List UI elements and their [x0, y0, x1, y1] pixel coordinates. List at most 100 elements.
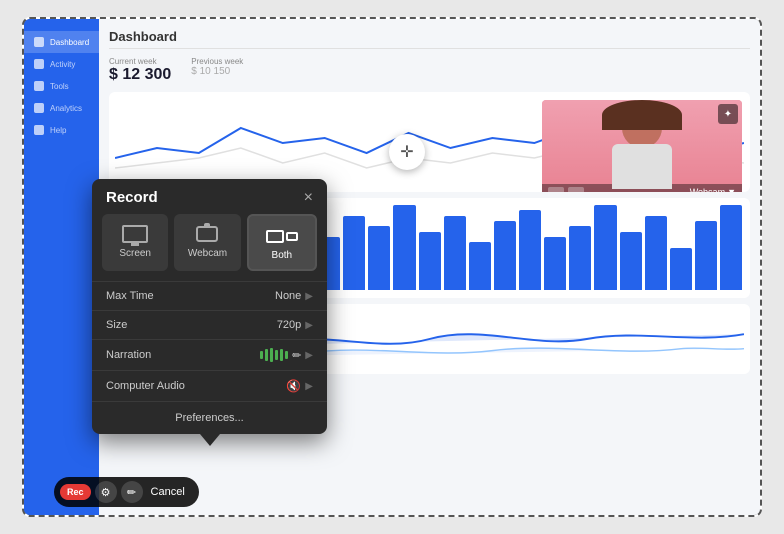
wand-button[interactable]: ✦ [718, 104, 738, 124]
sidebar-label-analytics: Analytics [50, 104, 82, 113]
bar-16 [519, 210, 541, 290]
setting-max-time: Max Time None ▶ [92, 281, 327, 310]
sidebar-item-dashboard[interactable]: Dashboard [24, 31, 99, 53]
sidebar-label-help: Help [50, 126, 66, 135]
screen-icon [122, 225, 148, 243]
move-icon: ✛ [400, 142, 413, 162]
sidebar-item-tools[interactable]: Tools [24, 75, 99, 97]
both-mode-label: Both [272, 250, 293, 261]
screen-mode-icon [121, 224, 149, 244]
bar-22 [670, 248, 692, 291]
max-time-text: None [275, 290, 301, 302]
computer-audio-arrow-icon: ▶ [305, 381, 313, 392]
webcam-icon [196, 226, 218, 242]
both-screen-part [266, 230, 284, 243]
webcam-overlay: ✦ Webcam ▼ [542, 100, 742, 192]
bar-15 [494, 221, 516, 290]
screen-mode-label: Screen [119, 248, 151, 259]
record-header: Record × [92, 179, 327, 214]
bar-23 [695, 221, 717, 290]
narration-pencil-icon: ✏ [292, 349, 301, 362]
panel-tail [200, 434, 220, 446]
sidebar-item-help[interactable]: Help [24, 119, 99, 141]
speaker-mute-icon: 🔇 [286, 379, 301, 393]
audio-bar-4 [275, 350, 278, 360]
webcam-person [542, 100, 742, 192]
preferences-button[interactable]: Preferences... [92, 401, 327, 434]
mode-both-button[interactable]: Both [247, 214, 317, 271]
outer-frame: Dashboard Activity Tools Analytics Help … [22, 17, 762, 517]
bar-9 [343, 216, 365, 290]
move-handle[interactable]: ✛ [389, 134, 425, 170]
setting-size: Size 720p ▶ [92, 310, 327, 339]
computer-audio-value[interactable]: 🔇 ▶ [286, 379, 313, 393]
mute-icon: 🔇 [286, 379, 301, 393]
bar-24 [720, 205, 742, 290]
sidebar-label-dashboard: Dashboard [50, 38, 89, 47]
audio-bar-1 [260, 351, 263, 359]
webcam-mode-icon [193, 224, 221, 244]
bottom-toolbar: Rec ⚙ ✏ Cancel [54, 477, 199, 507]
stat-previous: Previous week $ 10 150 [191, 57, 243, 84]
webcam-label: Webcam [690, 187, 725, 192]
webcam-ctrl-btn-1[interactable] [548, 187, 564, 192]
sidebar: Dashboard Activity Tools Analytics Help [24, 19, 99, 515]
bar-19 [594, 205, 616, 290]
both-mode-icon [268, 226, 296, 246]
line-chart-area: ✦ Webcam ▼ [109, 92, 750, 192]
stat-current-value: $ 12 300 [109, 66, 171, 84]
rec-button[interactable]: Rec [60, 484, 91, 500]
both-icon [266, 230, 298, 243]
record-title: Record [106, 189, 158, 206]
wand-icon: ✦ [724, 109, 732, 120]
both-cam-part [286, 232, 298, 241]
setting-narration: Narration ✏ ▶ [92, 339, 327, 370]
sidebar-label-activity: Activity [50, 60, 75, 69]
bar-11 [393, 205, 415, 290]
stat-current-label: Current week [109, 57, 171, 66]
bar-12 [419, 232, 441, 290]
cancel-button[interactable]: Cancel [147, 484, 189, 500]
help-icon [34, 125, 44, 135]
activity-icon [34, 59, 44, 69]
stat-previous-value: $ 10 150 [191, 66, 243, 77]
narration-label: Narration [106, 349, 151, 361]
bar-20 [620, 232, 642, 290]
size-label: Size [106, 319, 127, 331]
narration-value[interactable]: ✏ ▶ [260, 348, 313, 362]
narration-audio-bars [260, 348, 288, 362]
stat-previous-label: Previous week [191, 57, 243, 66]
bar-17 [544, 237, 566, 290]
audio-bar-5 [280, 349, 283, 361]
mode-screen-button[interactable]: Screen [102, 214, 168, 271]
setting-computer-audio: Computer Audio 🔇 ▶ [92, 370, 327, 401]
size-value[interactable]: 720p ▶ [277, 319, 313, 331]
webcam-dropdown[interactable]: Webcam ▼ [690, 187, 736, 192]
mode-row: Screen Webcam Both [92, 214, 327, 281]
sidebar-label-tools: Tools [50, 82, 69, 91]
mode-webcam-button[interactable]: Webcam [174, 214, 240, 271]
edit-button[interactable]: ✏ [121, 481, 143, 503]
record-panel: Record × Screen Webcam [92, 179, 327, 434]
bar-21 [645, 216, 667, 290]
record-close-button[interactable]: × [304, 190, 313, 206]
computer-audio-label: Computer Audio [106, 380, 185, 392]
bar-14 [469, 242, 491, 290]
audio-bar-3 [270, 348, 273, 362]
max-time-label: Max Time [106, 290, 154, 302]
webcam-ctrl-btn-2[interactable] [568, 187, 584, 192]
stat-current: Current week $ 12 300 [109, 57, 171, 84]
bar-10 [368, 226, 390, 290]
size-text: 720p [277, 319, 301, 331]
settings-button[interactable]: ⚙ [95, 481, 117, 503]
webcam-chevron-icon: ▼ [727, 187, 736, 192]
tools-icon [34, 81, 44, 91]
narration-arrow-icon: ▶ [305, 350, 313, 361]
stats-row: Current week $ 12 300 Previous week $ 10… [109, 57, 750, 84]
bar-13 [444, 216, 466, 290]
max-time-value[interactable]: None ▶ [275, 290, 313, 302]
size-arrow-icon: ▶ [305, 320, 313, 331]
sidebar-item-analytics[interactable]: Analytics [24, 97, 99, 119]
sidebar-item-activity[interactable]: Activity [24, 53, 99, 75]
home-icon [34, 37, 44, 47]
